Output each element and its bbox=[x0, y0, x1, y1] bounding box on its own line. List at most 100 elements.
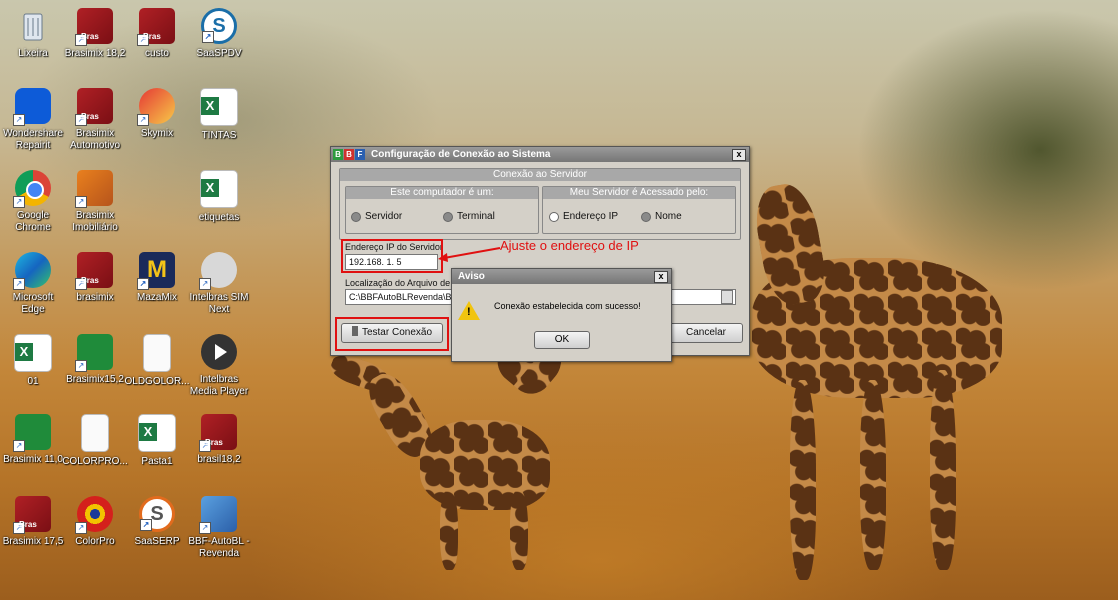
brasimix-icon: ↗ bbox=[13, 496, 51, 534]
desktop-icon-tintas[interactable]: TINTAS bbox=[186, 88, 252, 142]
mazamix-icon: M ↗ bbox=[137, 252, 175, 290]
desktop-icon-skymix[interactable]: ↗ Skymix bbox=[124, 88, 190, 140]
radio-dot bbox=[351, 211, 361, 222]
desktop-icon-brasimix[interactable]: ↗ brasimix bbox=[62, 252, 128, 304]
desktop-icon-brasimix-18-2[interactable]: ↗ Brasimix 18,2 bbox=[62, 8, 128, 60]
desktop-icon-label: MazaMix bbox=[136, 292, 177, 303]
alert-dialog: Aviso x Conexão estabelecida com sucesso… bbox=[451, 268, 672, 362]
desktop-icon-chrome[interactable]: ↗ Google Chrome bbox=[0, 170, 66, 234]
desktop-icon-01[interactable]: 01 bbox=[0, 334, 66, 388]
desktop-icon-lixeira[interactable]: Lixeira bbox=[0, 8, 66, 60]
saaserp-icon: S ↗ bbox=[139, 496, 175, 532]
radio-dot bbox=[549, 211, 559, 222]
radio-dot bbox=[641, 211, 651, 222]
wondershare-icon: ↗ bbox=[13, 88, 51, 126]
computer-type-title: Este computador é um: bbox=[346, 187, 538, 199]
desktop-icon-colorpro[interactable]: ↗ ColorPro bbox=[62, 496, 128, 548]
desktop-icon-label: COLORPRO... bbox=[62, 456, 128, 467]
desktop-icon-wondershare[interactable]: ↗ Wondershare Repairit bbox=[0, 88, 66, 152]
ok-button[interactable]: OK bbox=[534, 331, 590, 349]
brasilux-icon: ↗ bbox=[75, 334, 113, 372]
desktop-icon-edge[interactable]: ↗ Microsoft Edge bbox=[0, 252, 66, 316]
brasimix-icon: ↗ bbox=[75, 8, 113, 46]
desktop-icon-label: Google Chrome bbox=[15, 210, 51, 233]
desktop-icon-bbf-autobl[interactable]: ↗ BBF-AutoBL - Revenda bbox=[186, 496, 252, 560]
radio-dot bbox=[443, 211, 453, 222]
recycle-bin-icon bbox=[15, 8, 51, 44]
desktop-icon-label: SaaSPDV bbox=[196, 48, 242, 59]
desktop-icon-brasimix-imobiliario[interactable]: ↗ Brasimix Imobiliário bbox=[62, 170, 128, 234]
browse-button[interactable] bbox=[721, 290, 733, 304]
desktop-icon-saaspdv[interactable]: S ↗ SaaSPDV bbox=[186, 8, 252, 60]
desktop-icon-pasta1[interactable]: Pasta1 bbox=[124, 414, 190, 468]
radio-servidor[interactable]: Servidor bbox=[351, 211, 402, 222]
desktop-icon-intelbras-sim[interactable]: ↗ Intelbras SIM Next bbox=[186, 252, 252, 316]
annotation-arrow-icon bbox=[438, 247, 501, 262]
desktop-icon-brasimix-automotivo[interactable]: ↗ Brasimix Automotivo bbox=[62, 88, 128, 152]
desktop-icon-label: etiquetas bbox=[198, 212, 240, 223]
dialog-title: Configuração de Conexão ao Sistema bbox=[371, 149, 551, 160]
desktop-icon-label: Intelbras Media Player bbox=[189, 374, 249, 397]
desktop-icon-label: Brasimix 18,2 bbox=[64, 48, 126, 59]
excel-icon bbox=[200, 88, 238, 126]
edge-icon: ↗ bbox=[13, 252, 51, 290]
annotation-text: Ajuste o endereço de IP bbox=[500, 238, 639, 253]
colorpro-icon: ↗ bbox=[75, 496, 113, 534]
desktop-icon-brasimix15-2[interactable]: ↗ Brasimix15,2 bbox=[62, 334, 128, 386]
document-icon bbox=[81, 414, 109, 452]
desktop-icon-label: Brasimix15,2 bbox=[66, 374, 124, 385]
ip-highlight-box bbox=[341, 239, 443, 273]
cancel-button[interactable]: Cancelar bbox=[669, 323, 743, 343]
desktop-icon-label: Lixeira bbox=[18, 48, 48, 59]
desktop-icon-custo[interactable]: ↗ custo bbox=[124, 8, 190, 60]
desktop-icon-label: TINTAS bbox=[201, 130, 237, 141]
brasimix-icon: ↗ bbox=[75, 252, 113, 290]
desktop-icon-label: Brasimix 17,5 bbox=[2, 536, 64, 547]
radio-nome[interactable]: Nome bbox=[641, 211, 682, 222]
excel-icon bbox=[14, 334, 52, 372]
desktop-icon-label: BBF-AutoBL - Revenda bbox=[188, 536, 250, 559]
test-button-highlight-box bbox=[335, 317, 449, 351]
desktop-icon-brasil18-2[interactable]: ↗ brasil18,2 bbox=[186, 414, 252, 466]
warning-icon bbox=[458, 301, 480, 320]
alert-title: Aviso bbox=[458, 271, 485, 282]
desktop-icon-label: Skymix bbox=[140, 128, 174, 139]
desktop-icon-label: brasil18,2 bbox=[197, 454, 241, 465]
desktop-icon-label: 01 bbox=[27, 376, 39, 387]
alert-close-button[interactable]: x bbox=[654, 271, 668, 283]
db-location-label: Localização do Arquivo de B bbox=[345, 278, 459, 288]
desktop-icon-oldgolor[interactable]: OLDGOLOR... bbox=[124, 334, 190, 388]
desktop-icon-label: Pasta1 bbox=[141, 456, 173, 467]
brasimix-icon: ↗ bbox=[75, 88, 113, 126]
chrome-icon: ↗ bbox=[13, 170, 51, 208]
desktop-icon-etiquetas[interactable]: etiquetas bbox=[186, 170, 252, 224]
desktop-icon-mazamix[interactable]: M ↗ MazaMix bbox=[124, 252, 190, 304]
document-icon bbox=[143, 334, 171, 372]
radio-endereco-ip[interactable]: Endereço IP bbox=[549, 211, 618, 222]
desktop-icon-label: Brasimix 11,0 bbox=[3, 454, 63, 465]
desktop-icon-label: Microsoft Edge bbox=[12, 292, 54, 315]
media-player-icon bbox=[201, 334, 237, 370]
radio-terminal[interactable]: Terminal bbox=[443, 211, 495, 222]
excel-icon bbox=[200, 170, 238, 208]
desktop-icon-label: ColorPro bbox=[75, 536, 115, 547]
brasimix-icon: ↗ bbox=[137, 8, 175, 46]
desktop-icon-brasimix-17-5[interactable]: ↗ Brasimix 17,5 bbox=[0, 496, 66, 548]
desktop-icon-colorpro-doc[interactable]: COLORPRO... bbox=[62, 414, 128, 468]
desktop-icon-label: Brasimix Automotivo bbox=[69, 128, 121, 151]
server-access-group: Meu Servidor é Acessado pelo: bbox=[542, 186, 736, 234]
alert-message: Conexão estabelecida com sucesso! bbox=[494, 301, 641, 311]
brasimix-icon: ↗ bbox=[199, 414, 237, 452]
server-access-title: Meu Servidor é Acessado pelo: bbox=[543, 187, 735, 199]
dialog-close-button[interactable]: x bbox=[732, 149, 746, 161]
dialog-titlebar[interactable]: B B F Configuração de Conexão ao Sistema… bbox=[331, 147, 749, 162]
intelbras-icon: ↗ bbox=[199, 252, 237, 290]
alert-titlebar[interactable]: Aviso x bbox=[452, 269, 671, 284]
desktop-icon-label: custo bbox=[145, 48, 169, 59]
desktop-icon-media-player[interactable]: Intelbras Media Player bbox=[186, 334, 252, 398]
desktop-icon-label: SaaSERP bbox=[134, 536, 180, 547]
desktop-icon-label: OLDGOLOR... bbox=[124, 376, 190, 387]
desktop-icon-label: Brasimix Imobiliário bbox=[72, 210, 118, 233]
desktop-icon-brasimix-11[interactable]: ↗ Brasimix 11,0 bbox=[0, 414, 66, 466]
desktop-icon-saaserp[interactable]: S ↗ SaaSERP bbox=[124, 496, 190, 548]
